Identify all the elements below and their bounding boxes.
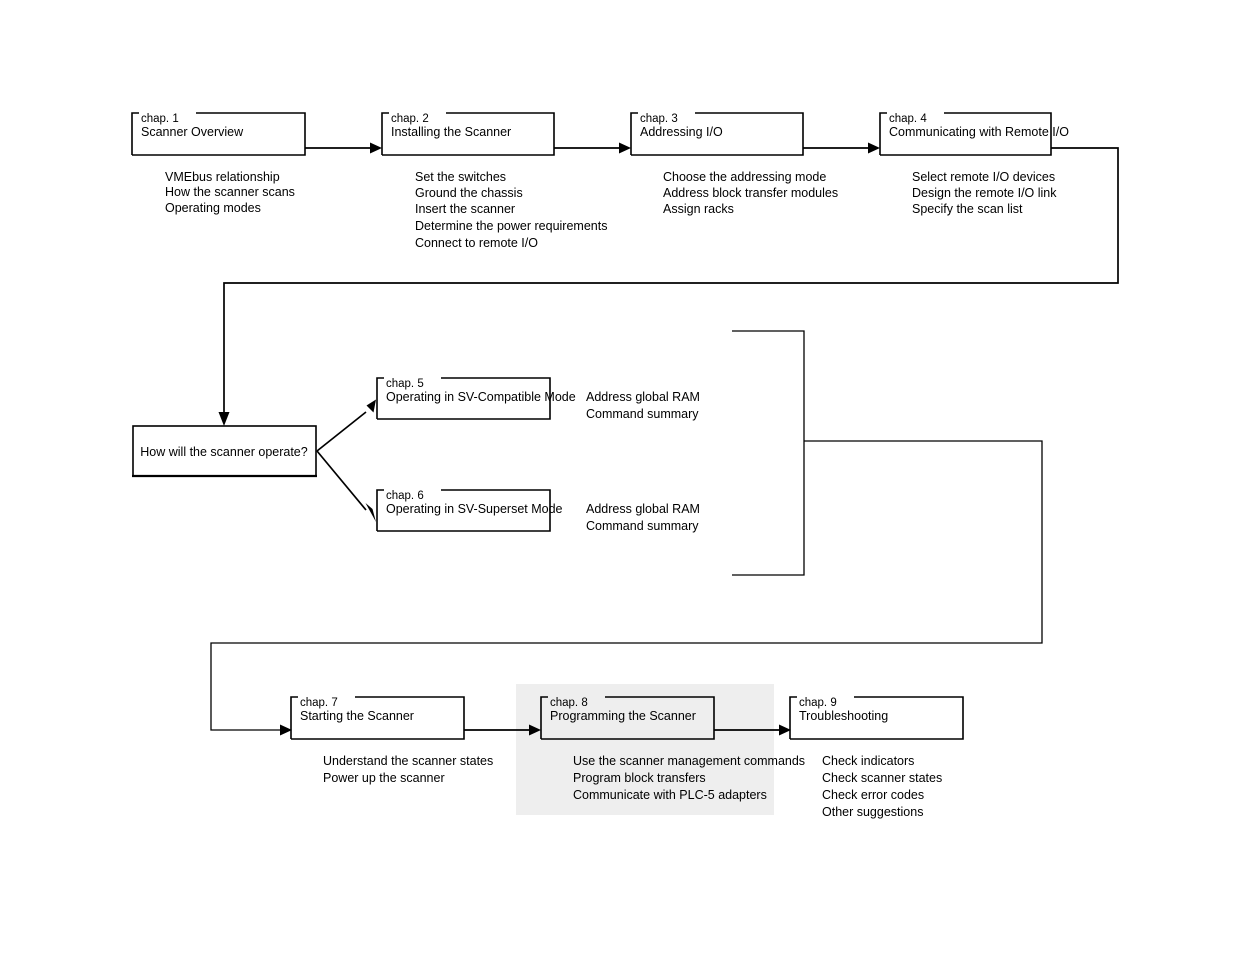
decision-label: How will the scanner operate? (140, 445, 307, 459)
chapter-label: chap. 7 (300, 697, 338, 709)
bullet-item: Program block transfers (573, 771, 706, 785)
bullet-item: Use the scanner management commands (573, 754, 805, 768)
chapter-bullets-chap4: Select remote I/O devices Design the rem… (912, 170, 1057, 216)
bullet-item: Ground the chassis (415, 186, 523, 200)
chapter-label: chap. 6 (386, 490, 424, 502)
chapter-box-chap9[interactable]: chap. 9 Troubleshooting (789, 696, 964, 740)
bullet-item: Set the switches (415, 170, 506, 184)
chapter-bullets-chap6: Address global RAM Command summary (586, 502, 700, 533)
chapter-bullets-chap9: Check indicators Check scanner states Ch… (822, 754, 942, 819)
chapter-box-chap2[interactable]: chap. 2 Installing the Scanner (381, 112, 555, 156)
bullet-item: Insert the scanner (415, 202, 515, 216)
chapter-bullets-chap1: VMEbus relationship How the scanner scan… (165, 170, 295, 215)
bullet-item: Select remote I/O devices (912, 170, 1055, 184)
bullet-item: Other suggestions (822, 805, 923, 819)
connector-chap7-to-chap8 (464, 724, 541, 736)
chapter-box-chap4[interactable]: chap. 4 Communicating with Remote I/O (879, 112, 1069, 156)
bullet-item: Check scanner states (822, 771, 942, 785)
connector-chap1-to-chap2 (305, 142, 382, 154)
chapter-title: Operating in SV-Superset Mode (386, 502, 563, 516)
connector-decision-to-chap6 (316, 450, 376, 522)
bullet-item: Connect to remote I/O (415, 236, 538, 250)
bullet-item: Check error codes (822, 788, 924, 802)
decision-box[interactable]: How will the scanner operate? (132, 425, 317, 478)
chapter-label: chap. 2 (391, 113, 429, 125)
connector-chap2-to-chap3 (554, 142, 631, 154)
chapter-bullets-chap5: Address global RAM Command summary (586, 390, 700, 421)
bullet-item: Address global RAM (586, 502, 700, 516)
chapter-bullets-chap2: Set the switches Ground the chassis Inse… (415, 170, 607, 250)
bullet-item: Specify the scan list (912, 202, 1023, 216)
chapter-title: Communicating with Remote I/O (889, 125, 1069, 139)
chapter-title: Operating in SV-Compatible Mode (386, 390, 576, 404)
chapter-label: chap. 4 (889, 113, 927, 125)
chapter-title: Programming the Scanner (550, 709, 696, 723)
chapter-box-chap3[interactable]: chap. 3 Addressing I/O (630, 112, 804, 156)
bullet-item: Assign racks (663, 202, 734, 216)
bullet-item: Address block transfer modules (663, 186, 838, 200)
bullet-item: Design the remote I/O link (912, 186, 1057, 200)
bullet-item: Operating modes (165, 201, 261, 215)
chapter-label: chap. 1 (141, 113, 179, 125)
bullet-item: Check indicators (822, 754, 914, 768)
chapter-label: chap. 3 (640, 113, 678, 125)
bullet-item: VMEbus relationship (165, 170, 280, 184)
chapter-label: chap. 5 (386, 378, 424, 390)
chapter-box-chap5[interactable]: chap. 5 Operating in SV-Compatible Mode (376, 377, 576, 420)
chapter-label: chap. 8 (550, 697, 588, 709)
bullet-item: Understand the scanner states (323, 754, 493, 768)
chapter-label: chap. 9 (799, 697, 837, 709)
chapter-box-chap7[interactable]: chap. 7 Starting the Scanner (290, 696, 465, 740)
chapter-title: Installing the Scanner (391, 125, 511, 139)
chapter-bullets-chap3: Choose the addressing mode Address block… (663, 170, 838, 216)
chapter-title: Scanner Overview (141, 125, 244, 139)
connector-decision-to-chap5 (316, 399, 376, 452)
bullet-item: Address global RAM (586, 390, 700, 404)
bullet-item: Power up the scanner (323, 771, 445, 785)
bullet-item: Determine the power requirements (415, 219, 607, 233)
chapter-title: Troubleshooting (799, 709, 888, 723)
bullet-item: Command summary (586, 407, 699, 421)
chapter-title: Starting the Scanner (300, 709, 414, 723)
bullet-item: Communicate with PLC-5 adapters (573, 788, 767, 802)
bullet-item: Command summary (586, 519, 699, 533)
bullet-item: How the scanner scans (165, 185, 295, 199)
chapter-bullets-chap7: Understand the scanner states Power up t… (323, 754, 493, 785)
bullet-item: Choose the addressing mode (663, 170, 826, 184)
chapter-box-chap6[interactable]: chap. 6 Operating in SV-Superset Mode (376, 489, 563, 532)
chapter-box-chap1[interactable]: chap. 1 Scanner Overview (131, 112, 306, 156)
flowchart-diagram: chap. 1 Scanner Overview VMEbus relation… (0, 0, 1235, 954)
chapter-title: Addressing I/O (640, 125, 723, 139)
connector-chap3-to-chap4 (803, 142, 880, 154)
